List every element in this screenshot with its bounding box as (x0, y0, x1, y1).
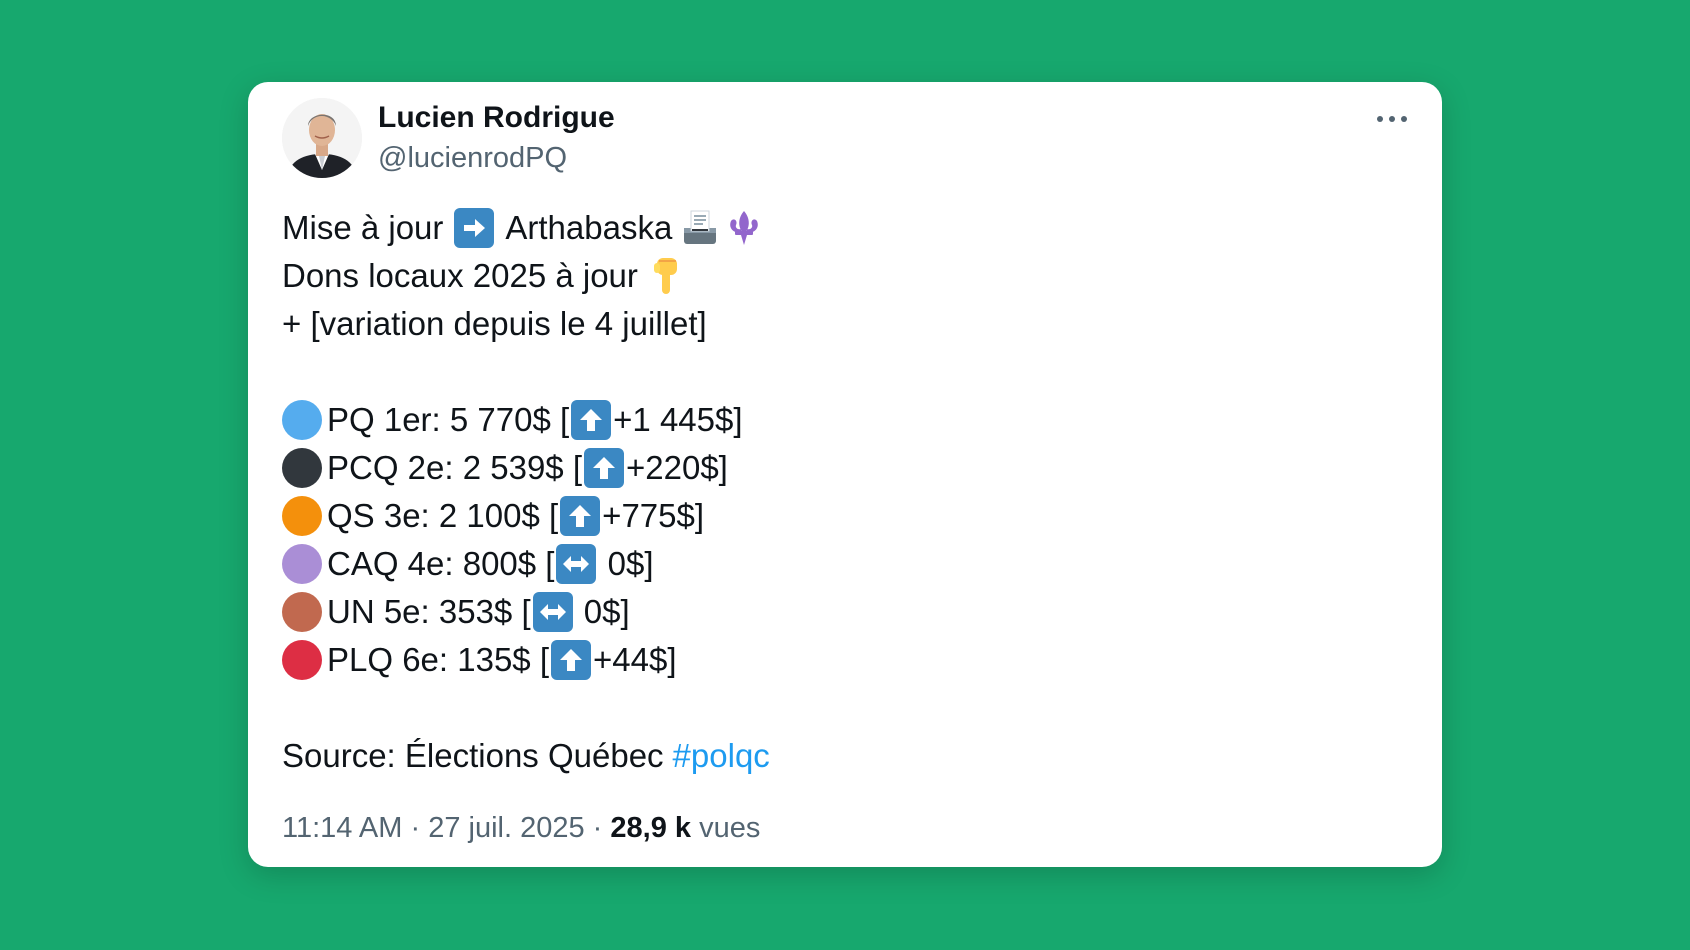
source-text: Source: Élections Québec (282, 737, 664, 774)
tweet-card: Lucien Rodrigue @lucienrodPQ Mise à jour… (248, 82, 1442, 867)
fleur-de-lis-icon (724, 208, 764, 248)
tweet-line-1-suffix: Arthabaska (505, 209, 673, 246)
black-circle-icon (282, 448, 322, 488)
party-row-text: QS 3e: 2 100$ [ (327, 497, 559, 534)
party-row-qs: QS 3e: 2 100$ [ +775$] (282, 492, 1402, 540)
tweet-line-2: Dons locaux 2025 à jour (282, 252, 1402, 300)
meta-separator: · (592, 812, 603, 844)
more-dot-icon (1377, 116, 1383, 122)
up-arrow-icon (551, 640, 591, 680)
tweet-line-3-text: + [variation depuis le 4 juillet] (282, 305, 707, 342)
party-row-text: PCQ 2e: 2 539$ [ (327, 449, 582, 486)
more-dot-icon (1401, 116, 1407, 122)
tweet-line-2-text: Dons locaux 2025 à jour (282, 257, 638, 294)
red-circle-icon (282, 640, 322, 680)
more-dot-icon (1389, 116, 1395, 122)
party-row-text: CAQ 4e: 800$ [ (327, 545, 555, 582)
tweet-date[interactable]: 27 juil. 2025 (428, 812, 584, 844)
ballot-box-icon (680, 208, 720, 248)
party-row-caq: CAQ 4e: 800$ [ 0$] (282, 540, 1402, 588)
blue-circle-icon (282, 400, 322, 440)
left-right-arrow-icon (532, 592, 573, 632)
author-name[interactable]: Lucien Rodrigue (378, 101, 615, 135)
avatar[interactable] (282, 98, 362, 178)
up-arrow-icon (571, 400, 612, 440)
meta-separator: · (410, 812, 421, 844)
party-row-text: PQ 1er: 5 770$ [ (327, 401, 570, 438)
party-row-change: 0$] (574, 593, 630, 630)
pointing-down-hand-icon (648, 255, 684, 297)
party-row-change: +1 445$] (613, 401, 743, 438)
tweet-line-1-prefix: Mise à jour (282, 209, 444, 246)
tweet-source-line: Source: Élections Québec #polqc (282, 732, 1402, 780)
up-arrow-icon (560, 496, 601, 536)
views-count[interactable]: 28,9 k (610, 812, 691, 844)
purple-circle-icon (282, 544, 322, 584)
right-arrow-icon (454, 208, 495, 248)
party-row-change: +44$] (593, 641, 677, 678)
up-arrow-icon (584, 448, 624, 488)
party-row-change: 0$] (598, 545, 654, 582)
brown-circle-icon (282, 592, 322, 632)
views-label: vues (699, 812, 761, 844)
tweet-meta: 11:14 AM · 27 juil. 2025 · 28,9 k vues (282, 812, 760, 845)
party-row-un: UN 5e: 353$ [ 0$] (282, 588, 1402, 636)
author-handle[interactable]: @lucienrodPQ (378, 142, 567, 175)
party-row-plq: PLQ 6e: 135$ [ +44$] (282, 636, 1402, 684)
party-row-pq: PQ 1er: 5 770$ [ +1 445$] (282, 396, 1402, 444)
tweet-line-3: + [variation depuis le 4 juillet] (282, 300, 1402, 348)
tweet-time[interactable]: 11:14 AM (282, 812, 402, 844)
left-right-arrow-icon (556, 544, 597, 584)
party-row-change: +220$] (626, 449, 728, 486)
party-row-pcq: PCQ 2e: 2 539$ [ +220$] (282, 444, 1402, 492)
orange-circle-icon (282, 496, 322, 536)
party-row-text: PLQ 6e: 135$ [ (327, 641, 549, 678)
hashtag-link[interactable]: #polqc (673, 732, 770, 780)
avatar-portrait-icon (282, 98, 362, 178)
tweet-line-1: Mise à jour Arthabaska (282, 204, 1402, 252)
more-options-button[interactable] (1372, 104, 1412, 134)
party-row-text: UN 5e: 353$ [ (327, 593, 531, 630)
tweet-text: Mise à jour Arthabaska Dons locaux 2025 … (282, 204, 1402, 780)
party-row-change: +775$] (602, 497, 705, 534)
